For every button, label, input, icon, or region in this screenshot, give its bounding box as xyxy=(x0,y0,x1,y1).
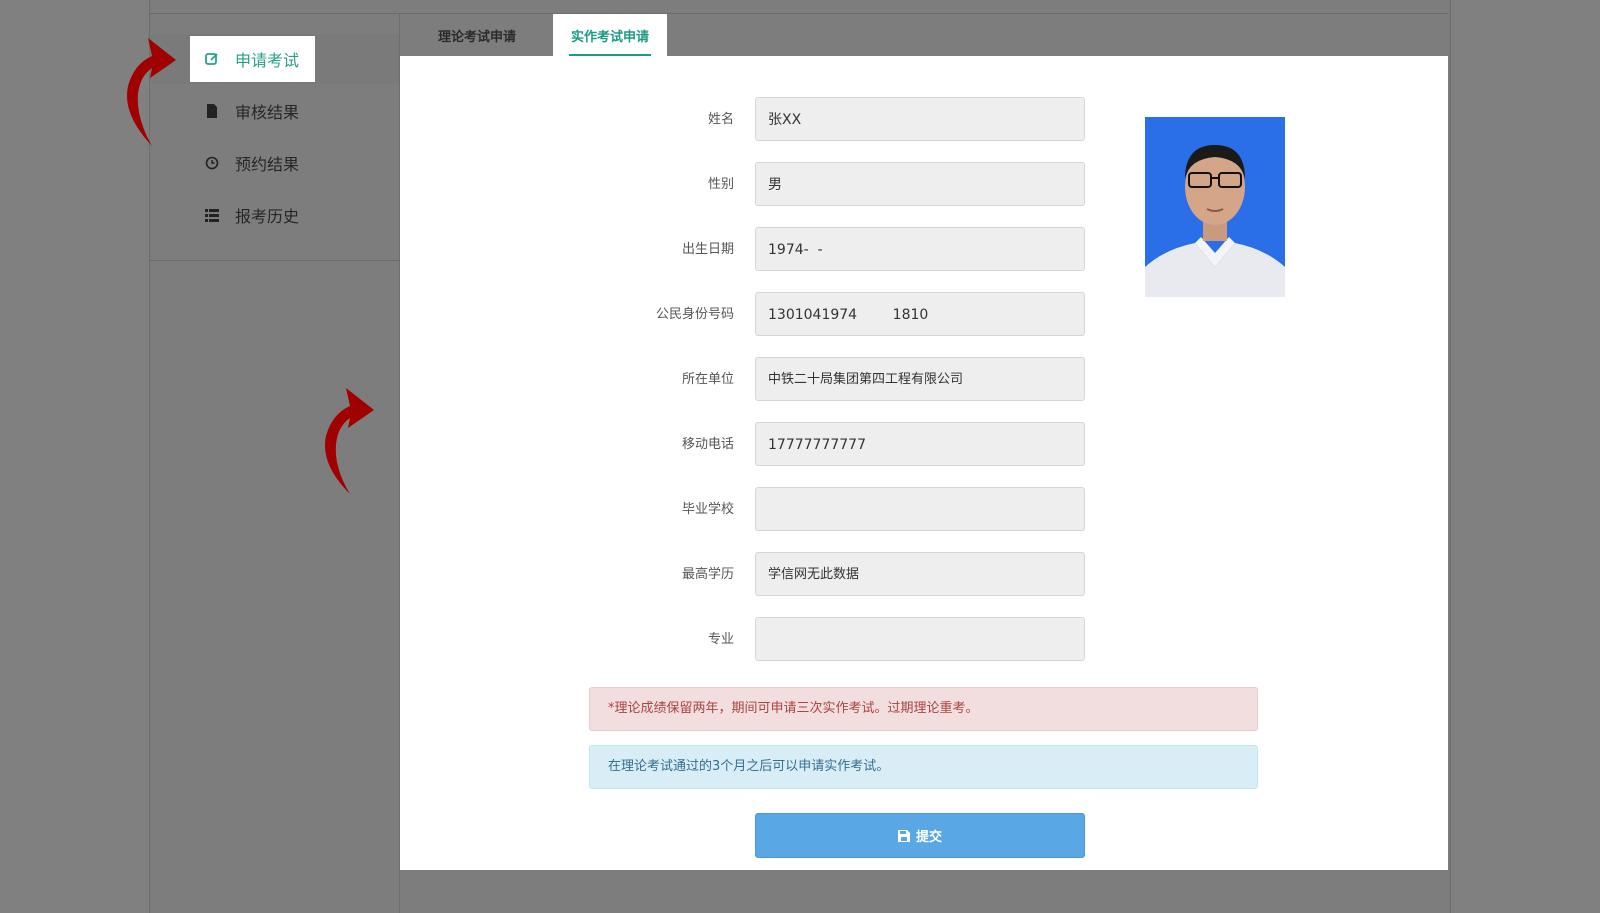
field-label: 专业 xyxy=(707,632,734,647)
field-row-major: 专业 xyxy=(400,617,1448,663)
alert-apply-timing: 在理论考试通过的3个月之后可以申请实作考试。 xyxy=(589,745,1258,789)
field-row-mobile: 移动电话 17777777777 xyxy=(400,422,1448,468)
edit-icon xyxy=(204,51,220,67)
field-label: 最高学历 xyxy=(681,567,734,582)
field-label: 移动电话 xyxy=(681,437,734,452)
save-icon xyxy=(897,829,910,842)
submit-button[interactable]: 提交 xyxy=(755,813,1085,858)
education-field[interactable]: 学信网无此数据 xyxy=(755,552,1085,596)
tab-bar: 理论考试申请 实作考试申请 xyxy=(400,14,1448,56)
sidebar-item-label: 审核结果 xyxy=(235,103,300,122)
list-icon xyxy=(204,207,220,223)
name-field[interactable]: 张XX xyxy=(755,97,1085,141)
school-field[interactable] xyxy=(755,487,1085,531)
sidebar-item-label: 报考历史 xyxy=(235,207,300,226)
field-row-education: 最高学历 学信网无此数据 xyxy=(400,552,1448,598)
applicant-photo xyxy=(1145,117,1285,297)
gender-field[interactable]: 男 xyxy=(755,162,1085,206)
id-number-field[interactable]: 1301041974 1810 xyxy=(755,292,1085,336)
field-row-birthdate: 出生日期 1974- - xyxy=(400,227,1448,273)
form-panel: 姓名 张XX 性别 男 出生日期 1974- - 公民身份号码 13010419… xyxy=(400,56,1448,870)
sidebar-item-history[interactable]: 报考历史 xyxy=(204,192,299,238)
submit-label: 提交 xyxy=(915,830,942,845)
file-icon xyxy=(204,103,220,119)
field-row-employer: 所在单位 中铁二十局集团第四工程有限公司 xyxy=(400,357,1448,403)
field-label: 毕业学校 xyxy=(681,502,734,517)
field-label: 公民身份号码 xyxy=(655,307,734,322)
sidebar-item-label: 预约结果 xyxy=(235,155,300,174)
field-row-name: 姓名 张XX xyxy=(400,97,1448,143)
tab-label: 实作考试申请 xyxy=(570,29,649,45)
sidebar-divider xyxy=(150,260,399,261)
sidebar-item-review-result[interactable]: 审核结果 xyxy=(204,88,299,134)
alert-theory-validity: *理论成绩保留两年，期间可申请三次实作考试。过期理论重考。 xyxy=(589,687,1258,731)
clock-icon xyxy=(204,155,220,171)
major-field[interactable] xyxy=(755,617,1085,661)
field-label: 姓名 xyxy=(707,112,734,127)
tab-theory-exam[interactable]: 理论考试申请 xyxy=(420,14,534,56)
field-row-school: 毕业学校 xyxy=(400,487,1448,533)
annotation-arrow-sidebar xyxy=(127,38,176,146)
field-row-gender: 性别 男 xyxy=(400,162,1448,208)
field-label: 所在单位 xyxy=(681,372,734,387)
sidebar-item-label: 申请考试 xyxy=(235,51,300,70)
field-row-id-number: 公民身份号码 1301041974 1810 xyxy=(400,292,1448,338)
sidebar-item-booking-result[interactable]: 预约结果 xyxy=(204,140,299,186)
tab-label: 理论考试申请 xyxy=(437,29,516,45)
annotation-arrow-form xyxy=(325,388,374,494)
birthdate-field[interactable]: 1974- - xyxy=(755,227,1085,271)
mobile-field[interactable]: 17777777777 xyxy=(755,422,1085,466)
sidebar-item-apply-exam[interactable]: 申请考试 xyxy=(190,36,316,82)
field-label: 出生日期 xyxy=(681,242,734,257)
employer-field[interactable]: 中铁二十局集团第四工程有限公司 xyxy=(755,357,1085,401)
field-label: 性别 xyxy=(707,177,734,192)
tab-practical-exam[interactable]: 实作考试申请 xyxy=(553,14,667,56)
